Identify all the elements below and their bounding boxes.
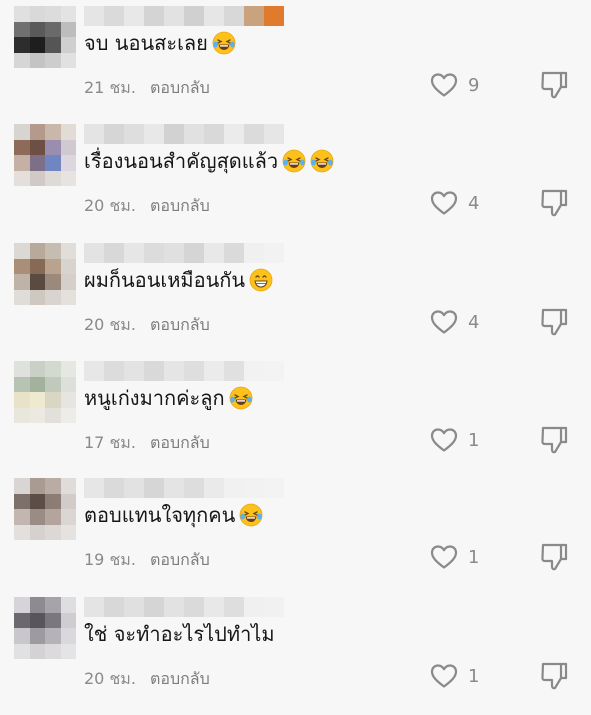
comment-time: 20 ชม. bbox=[84, 315, 136, 334]
username-blurred[interactable] bbox=[84, 124, 284, 144]
comment-text: หนูเก่งมากค่ะลูก bbox=[84, 385, 253, 411]
comment-meta: 17 ชม. ตอบกลับ bbox=[84, 431, 210, 456]
comment-time: 20 ชม. bbox=[84, 196, 136, 215]
comment-meta: 19 ชม. ตอบกลับ bbox=[84, 548, 210, 573]
comment-text: จบ นอนสะเลย bbox=[84, 30, 236, 56]
laughing-tears-emoji-icon bbox=[239, 503, 263, 527]
comment-item: หนูเก่งมากค่ะลูก 17 ชม. ตอบกลับ 1 bbox=[0, 361, 591, 479]
comment-text: เรื่องนอนสำคัญสุดแล้ว bbox=[84, 148, 334, 174]
comment-body: ตอบแทนใจทุกคน bbox=[84, 503, 236, 527]
username-blurred[interactable] bbox=[84, 243, 284, 263]
comment-meta: 20 ชม. ตอบกลับ bbox=[84, 313, 210, 338]
comment-meta: 21 ชม. ตอบกลับ bbox=[84, 76, 210, 101]
reply-button[interactable]: ตอบกลับ bbox=[150, 313, 210, 338]
username-blurred[interactable] bbox=[84, 478, 284, 498]
username-blurred[interactable] bbox=[84, 597, 284, 617]
heart-icon[interactable] bbox=[430, 427, 458, 453]
avatar[interactable] bbox=[14, 124, 76, 186]
reply-button[interactable]: ตอบกลับ bbox=[150, 194, 210, 219]
avatar[interactable] bbox=[14, 243, 76, 305]
like-count: 9 bbox=[468, 74, 480, 96]
thumbs-down-icon[interactable] bbox=[540, 307, 568, 337]
like-button[interactable]: 1 bbox=[430, 544, 479, 570]
comment-body: ใช่ จะทำอะไรไปทำไม bbox=[84, 622, 275, 646]
reply-button[interactable]: ตอบกลับ bbox=[150, 548, 210, 573]
comment-meta: 20 ชม. ตอบกลับ bbox=[84, 194, 210, 219]
thumbs-down-icon[interactable] bbox=[540, 70, 568, 100]
reply-button[interactable]: ตอบกลับ bbox=[150, 667, 210, 692]
like-button[interactable]: 9 bbox=[430, 72, 479, 98]
like-count: 4 bbox=[468, 192, 480, 214]
comment-item: ตอบแทนใจทุกคน 19 ชม. ตอบกลับ 1 bbox=[0, 478, 591, 596]
comment-item: ใช่ จะทำอะไรไปทำไม 20 ชม. ตอบกลับ 1 bbox=[0, 597, 591, 715]
comment-body: เรื่องนอนสำคัญสุดแล้ว bbox=[84, 149, 279, 173]
like-count: 4 bbox=[468, 311, 480, 333]
like-count: 1 bbox=[468, 546, 480, 568]
comment-item: เรื่องนอนสำคัญสุดแล้ว 20 ชม. ตอบกลับ 4 bbox=[0, 124, 591, 242]
thumbs-down-icon[interactable] bbox=[540, 425, 568, 455]
like-button[interactable]: 4 bbox=[430, 309, 479, 335]
like-button[interactable]: 1 bbox=[430, 427, 479, 453]
avatar[interactable] bbox=[14, 6, 76, 68]
heart-icon[interactable] bbox=[430, 309, 458, 335]
thumbs-down-icon[interactable] bbox=[540, 661, 568, 691]
comment-text: ใช่ จะทำอะไรไปทำไม bbox=[84, 621, 275, 647]
reply-button[interactable]: ตอบกลับ bbox=[150, 76, 210, 101]
laughing-tears-emoji-icon bbox=[310, 149, 334, 173]
avatar[interactable] bbox=[14, 361, 76, 423]
thumbs-down-icon[interactable] bbox=[540, 542, 568, 572]
heart-icon[interactable] bbox=[430, 190, 458, 216]
comment-body: ผมก็นอนเหมือนกัน bbox=[84, 268, 246, 292]
avatar[interactable] bbox=[14, 597, 76, 659]
comment-body: หนูเก่งมากค่ะลูก bbox=[84, 386, 225, 410]
like-button[interactable]: 4 bbox=[430, 190, 479, 216]
heart-icon[interactable] bbox=[430, 72, 458, 98]
comment-time: 20 ชม. bbox=[84, 669, 136, 688]
comment-item: ผมก็นอนเหมือนกัน 20 ชม. ตอบกลับ 4 bbox=[0, 243, 591, 361]
comment-body: จบ นอนสะเลย bbox=[84, 31, 208, 55]
grinning-face-emoji-icon bbox=[249, 268, 273, 292]
avatar[interactable] bbox=[14, 478, 76, 540]
comment-item: จบ นอนสะเลย 21 ชม. ตอบกลับ 9 bbox=[0, 6, 591, 124]
like-count: 1 bbox=[468, 665, 480, 687]
comment-time: 17 ชม. bbox=[84, 433, 136, 452]
thumbs-down-icon[interactable] bbox=[540, 188, 568, 218]
like-count: 1 bbox=[468, 429, 480, 451]
laughing-tears-emoji-icon bbox=[282, 149, 306, 173]
username-blurred[interactable] bbox=[84, 361, 284, 381]
laughing-tears-emoji-icon bbox=[229, 386, 252, 410]
reply-button[interactable]: ตอบกลับ bbox=[150, 431, 210, 456]
comment-text: ตอบแทนใจทุกคน bbox=[84, 502, 263, 528]
laughing-tears-emoji-icon bbox=[212, 31, 236, 55]
username-blurred[interactable] bbox=[84, 6, 284, 26]
comment-meta: 20 ชม. ตอบกลับ bbox=[84, 667, 210, 692]
heart-icon[interactable] bbox=[430, 544, 458, 570]
comment-text: ผมก็นอนเหมือนกัน bbox=[84, 267, 273, 293]
comment-time: 21 ชม. bbox=[84, 78, 136, 97]
like-button[interactable]: 1 bbox=[430, 663, 479, 689]
comment-time: 19 ชม. bbox=[84, 550, 136, 569]
heart-icon[interactable] bbox=[430, 663, 458, 689]
